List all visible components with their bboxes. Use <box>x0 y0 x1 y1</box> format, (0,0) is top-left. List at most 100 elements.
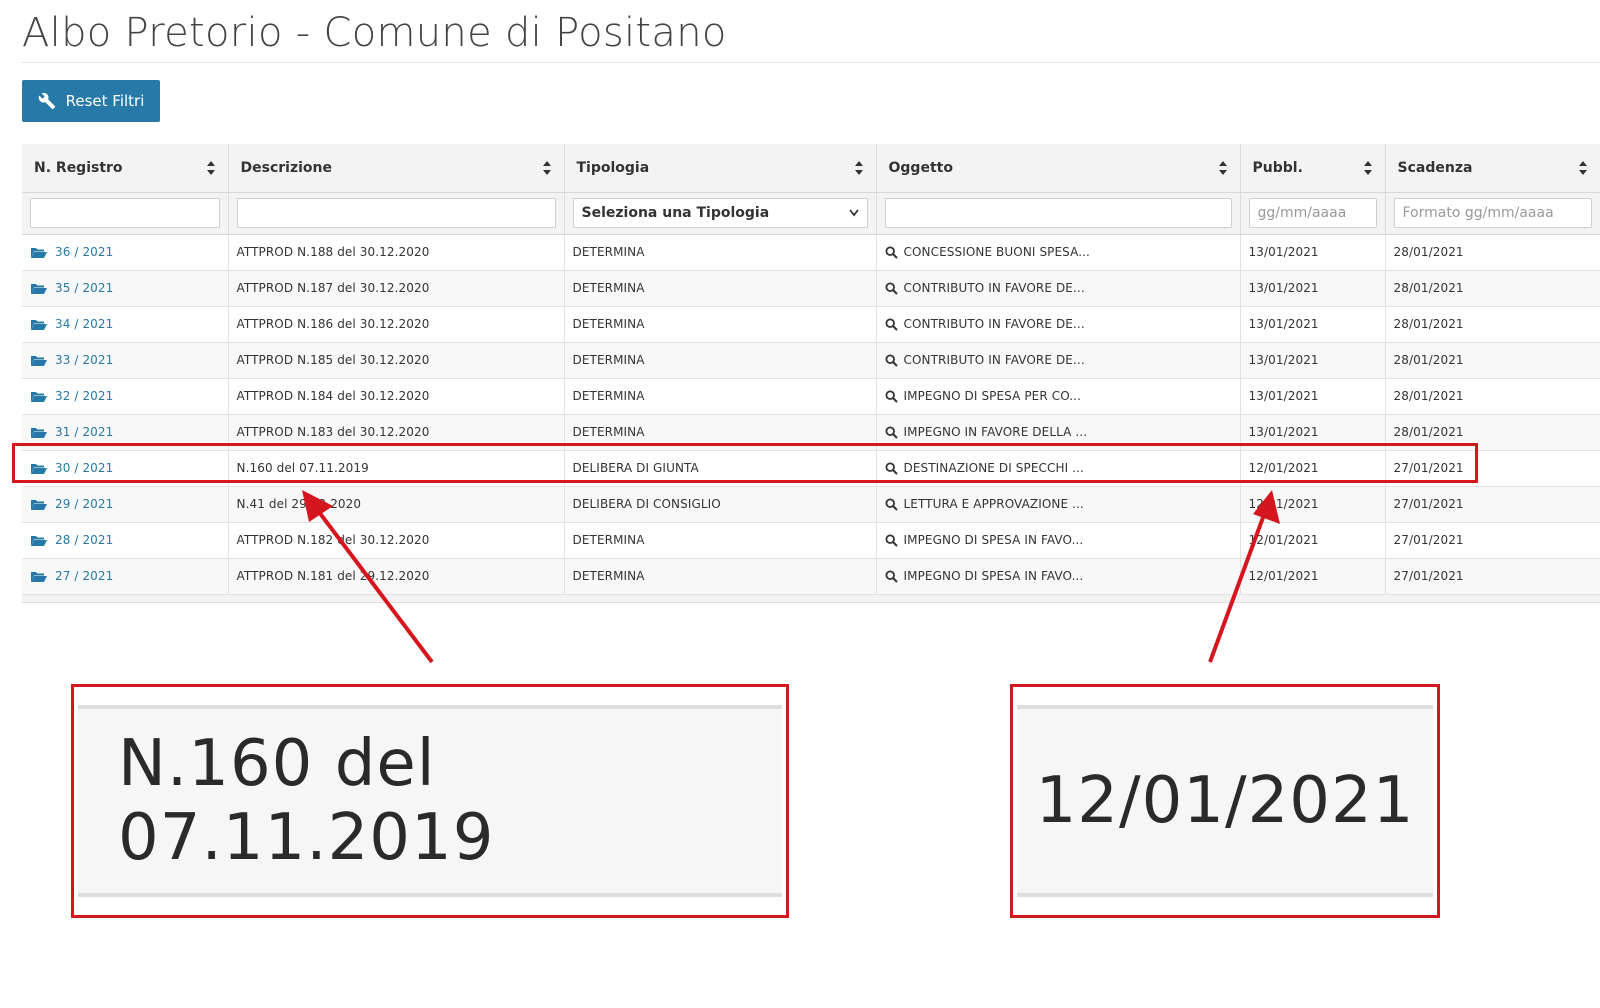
oggetto-link[interactable]: LETTURA E APPROVAZIONE ... <box>884 497 1232 511</box>
albo-table: N. Registro Descrizione Tipologia Oggett… <box>22 144 1600 603</box>
registro-link[interactable]: 27 / 2021 <box>30 569 220 583</box>
sort-icon <box>1218 161 1227 175</box>
zoom-callout-descrizione: N.160 del 07.11.2019 <box>71 684 789 918</box>
pubbl-filter-input[interactable] <box>1248 198 1377 228</box>
column-header-label: Pubbl. <box>1252 159 1303 176</box>
oggetto-text: CONTRIBUTO IN FAVORE DE... <box>903 281 1085 295</box>
oggetto-text: IMPEGNO DI SPESA IN FAVO... <box>903 533 1084 547</box>
registro-link[interactable]: 31 / 2021 <box>30 425 220 439</box>
oggetto-link[interactable]: IMPEGNO DI SPESA IN FAVO... <box>884 533 1232 547</box>
search-icon <box>884 461 898 475</box>
table-row[interactable]: 31 / 2021 ATTPROD N.183 del 30.12.2020 DET… <box>22 414 1600 451</box>
oggetto-link[interactable]: DESTINAZIONE DI SPECCHI ... <box>884 461 1232 475</box>
column-header-label: Descrizione <box>240 159 332 176</box>
table-row[interactable]: 30 / 2021 N.160 del 07.11.2019 DELIBERA DI… <box>22 450 1600 487</box>
cell-tipologia: DETERMINA <box>564 306 877 343</box>
cell-scadenza: 27/01/2021 <box>1385 450 1600 487</box>
oggetto-link[interactable]: CONTRIBUTO IN FAVORE DE... <box>884 317 1232 331</box>
cell-tipologia: DELIBERA DI GIUNTA <box>564 450 877 487</box>
folder-open-icon <box>31 499 47 510</box>
reset-filters-button[interactable]: Reset Filtri <box>22 80 160 122</box>
folder-open-icon <box>31 319 47 330</box>
table-row[interactable]: 36 / 2021 ATTPROD N.188 del 30.12.2020 DET… <box>22 234 1600 271</box>
table-row[interactable]: 35 / 2021 ATTPROD N.187 del 30.12.2020 DET… <box>22 270 1600 307</box>
folder-open-icon <box>31 247 47 258</box>
column-header-tipologia[interactable]: Tipologia <box>564 144 877 193</box>
search-icon <box>884 533 898 547</box>
column-header-label: Tipologia <box>576 159 650 176</box>
registro-link[interactable]: 28 / 2021 <box>30 533 220 547</box>
registro-link[interactable]: 35 / 2021 <box>30 281 220 295</box>
cell-tipologia: DETERMINA <box>564 342 877 379</box>
cell-scadenza: 28/01/2021 <box>1385 342 1600 379</box>
registro-link[interactable]: 33 / 2021 <box>30 353 220 367</box>
descrizione-filter-input[interactable] <box>236 198 556 228</box>
cell-scadenza: 27/01/2021 <box>1385 522 1600 559</box>
wrench-icon <box>38 92 55 110</box>
cell-pubbl: 13/01/2021 <box>1240 342 1386 379</box>
cell-descrizione: N.160 del 07.11.2019 <box>228 450 565 487</box>
oggetto-link[interactable]: CONCESSIONE BUONI SPESA... <box>884 245 1232 259</box>
folder-open-icon <box>31 571 47 582</box>
registro-link[interactable]: 30 / 2021 <box>30 461 220 475</box>
oggetto-filter-input[interactable] <box>884 198 1232 228</box>
cell-scadenza: 27/01/2021 <box>1385 558 1600 595</box>
column-header-descrizione[interactable]: Descrizione <box>228 144 565 193</box>
sort-icon <box>1578 161 1587 175</box>
registro-text: 27 / 2021 <box>55 569 114 583</box>
scadenza-filter-input[interactable] <box>1393 198 1592 228</box>
table-row[interactable]: 28 / 2021 ATTPROD N.182 del 30.12.2020 DET… <box>22 522 1600 559</box>
folder-open-icon <box>31 391 47 402</box>
cell-scadenza: 28/01/2021 <box>1385 306 1600 343</box>
cell-registro: 29 / 2021 <box>22 486 229 523</box>
oggetto-text: CONTRIBUTO IN FAVORE DE... <box>903 317 1085 331</box>
column-header-scadenza[interactable]: Scadenza <box>1385 144 1600 193</box>
column-header-oggetto[interactable]: Oggetto <box>876 144 1241 193</box>
cell-descrizione: N.41 del 29.12.2020 <box>228 486 565 523</box>
tipologia-select[interactable]: Seleziona una Tipologia <box>572 198 868 228</box>
registro-text: 36 / 2021 <box>55 245 114 259</box>
registro-text: 30 / 2021 <box>55 461 114 475</box>
registro-link[interactable]: 29 / 2021 <box>30 497 220 511</box>
folder-open-icon <box>31 427 47 438</box>
column-header-label: Scadenza <box>1397 159 1473 176</box>
sort-icon <box>206 161 215 175</box>
column-header-label: Oggetto <box>888 159 953 176</box>
oggetto-text: IMPEGNO DI SPESA PER CO... <box>903 389 1081 403</box>
table-row[interactable]: 29 / 2021 N.41 del 29.12.2020 DELIBERA DI … <box>22 486 1600 523</box>
column-header-registro[interactable]: N. Registro <box>22 144 229 193</box>
cell-registro: 32 / 2021 <box>22 378 229 415</box>
cell-tipologia: DELIBERA DI CONSIGLIO <box>564 486 877 523</box>
oggetto-link[interactable]: CONTRIBUTO IN FAVORE DE... <box>884 281 1232 295</box>
cell-scadenza: 28/01/2021 <box>1385 378 1600 415</box>
table-row[interactable]: 32 / 2021 ATTPROD N.184 del 30.12.2020 DET… <box>22 378 1600 415</box>
registro-filter-input[interactable] <box>30 198 220 228</box>
title-divider <box>22 62 1600 63</box>
cell-descrizione: ATTPROD N.185 del 30.12.2020 <box>228 342 565 379</box>
folder-open-icon <box>31 535 47 546</box>
oggetto-link[interactable]: IMPEGNO DI SPESA PER CO... <box>884 389 1232 403</box>
registro-text: 28 / 2021 <box>55 533 114 547</box>
folder-open-icon <box>31 355 47 366</box>
cell-registro: 27 / 2021 <box>22 558 229 595</box>
oggetto-link[interactable]: IMPEGNO DI SPESA IN FAVO... <box>884 569 1232 583</box>
cell-oggetto: IMPEGNO DI SPESA IN FAVO... <box>876 522 1241 559</box>
oggetto-link[interactable]: CONTRIBUTO IN FAVORE DE... <box>884 353 1232 367</box>
table-footer-strip <box>22 594 1600 603</box>
registro-link[interactable]: 34 / 2021 <box>30 317 220 331</box>
table-row[interactable]: 27 / 2021 ATTPROD N.181 del 29.12.2020 DET… <box>22 558 1600 595</box>
table-row[interactable]: 34 / 2021 ATTPROD N.186 del 30.12.2020 DET… <box>22 306 1600 343</box>
oggetto-link[interactable]: IMPEGNO IN FAVORE DELLA ... <box>884 425 1232 439</box>
cell-registro: 30 / 2021 <box>22 450 229 487</box>
sort-icon <box>1363 161 1372 175</box>
registro-text: 34 / 2021 <box>55 317 114 331</box>
column-header-pubbl[interactable]: Pubbl. <box>1240 144 1386 193</box>
registro-link[interactable]: 32 / 2021 <box>30 389 220 403</box>
search-icon <box>884 353 898 367</box>
cell-descrizione: ATTPROD N.186 del 30.12.2020 <box>228 306 565 343</box>
registro-link[interactable]: 36 / 2021 <box>30 245 220 259</box>
chevron-down-icon <box>848 209 859 217</box>
zoom-descrizione-text: N.160 del 07.11.2019 <box>118 727 495 875</box>
table-row[interactable]: 33 / 2021 ATTPROD N.185 del 30.12.2020 DET… <box>22 342 1600 379</box>
cell-registro: 28 / 2021 <box>22 522 229 559</box>
